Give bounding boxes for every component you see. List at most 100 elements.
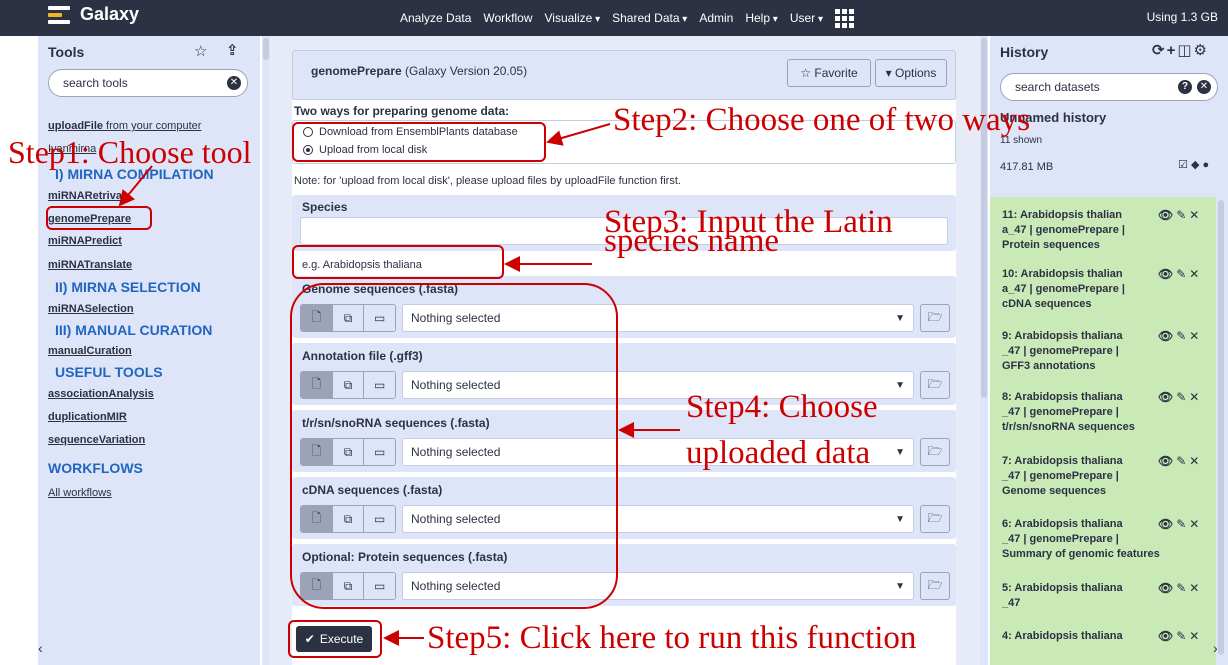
delete-x-icon[interactable]: ✕ bbox=[1189, 581, 1202, 595]
quota-meter[interactable]: Using 1.3 GB bbox=[1147, 10, 1218, 24]
pencil-icon[interactable]: ✎ bbox=[1176, 517, 1189, 531]
eye-icon[interactable]: 👁 bbox=[1158, 629, 1176, 643]
dataset-actions: 👁✎✕ bbox=[1158, 208, 1202, 222]
tool-duplicationmir[interactable]: duplicationMIR bbox=[48, 411, 127, 423]
collapse-right-icon[interactable]: › bbox=[1213, 640, 1218, 656]
pencil-icon[interactable]: ✎ bbox=[1176, 329, 1189, 343]
main-nav: Analyze Data Workflow Visualize Shared D… bbox=[400, 0, 854, 36]
browse-folder-button[interactable]: 🗁 bbox=[920, 438, 950, 466]
favorite-button[interactable]: ☆ Favorite bbox=[787, 59, 871, 87]
refresh-icon[interactable]: ⟳ bbox=[1152, 42, 1167, 59]
tool-mirnaselection[interactable]: miRNASelection bbox=[48, 303, 134, 315]
comment-icon[interactable]: ● bbox=[1202, 159, 1209, 171]
tool-mirnatranslate[interactable]: miRNATranslate bbox=[48, 259, 132, 271]
tool-mirnapredict[interactable]: miRNAPredict bbox=[48, 235, 122, 247]
delete-x-icon[interactable]: ✕ bbox=[1189, 208, 1202, 222]
tool-mirnaretrival[interactable]: miRNARetrival bbox=[48, 190, 125, 202]
section-manual-curation[interactable]: III) MANUAL CURATION bbox=[55, 322, 212, 338]
pencil-icon[interactable]: ✎ bbox=[1176, 454, 1189, 468]
history-actions: ⟳+◫⚙ bbox=[1152, 41, 1209, 59]
dropdown-arrow-icon: ▼ bbox=[895, 581, 905, 592]
galaxy-screen: Galaxy Analyze Data Workflow Visualize S… bbox=[0, 0, 1228, 665]
browse-folder-button[interactable]: 🗁 bbox=[920, 572, 950, 600]
pencil-icon[interactable]: ✎ bbox=[1176, 629, 1189, 643]
ways-label: Two ways for preparing genome data: bbox=[294, 104, 510, 118]
plus-icon[interactable]: + bbox=[1167, 42, 1178, 59]
help-icon[interactable]: ? bbox=[1178, 80, 1192, 94]
section-useful-tools[interactable]: USEFUL TOOLS bbox=[55, 364, 163, 380]
tool-search-input[interactable]: search tools ✕ bbox=[48, 69, 248, 97]
annotation-step1: Step1: Choose tool bbox=[8, 134, 252, 170]
delete-x-icon[interactable]: ✕ bbox=[1189, 329, 1202, 343]
upload-link[interactable]: uploadFile from your computer bbox=[48, 120, 201, 132]
dataset-actions: 👁✎✕ bbox=[1158, 390, 1202, 404]
nav-shared-data[interactable]: Shared Data bbox=[612, 11, 687, 25]
browse-folder-button[interactable]: 🗁 bbox=[920, 304, 950, 332]
tool-search-placeholder: search tools bbox=[63, 76, 128, 90]
dropdown-arrow-icon: ▼ bbox=[895, 447, 905, 458]
tool-manualcuration[interactable]: manualCuration bbox=[48, 345, 132, 357]
browse-folder-button[interactable]: 🗁 bbox=[920, 505, 950, 533]
tool-associationanalysis[interactable]: associationAnalysis bbox=[48, 388, 154, 400]
history-scrollbar[interactable] bbox=[1218, 200, 1224, 655]
highlight-dataset-selectors bbox=[290, 283, 618, 609]
history-title: History bbox=[1000, 44, 1049, 60]
nav-user[interactable]: User bbox=[790, 11, 823, 25]
tool-form-header: genomePrepare (Galaxy Version 20.05) ☆ F… bbox=[292, 50, 956, 100]
all-workflows-link[interactable]: All workflows bbox=[48, 487, 112, 499]
highlight-genomeprepare bbox=[46, 206, 152, 230]
annotation-step4-line1: Step4: Choose bbox=[686, 389, 878, 425]
checkbox-icon[interactable]: ☑ bbox=[1178, 159, 1188, 171]
folder-open-icon: 🗁 bbox=[927, 443, 943, 458]
brand[interactable]: Galaxy bbox=[48, 4, 139, 25]
eye-icon[interactable]: 👁 bbox=[1158, 517, 1176, 531]
dataset-actions: 👁✎✕ bbox=[1158, 454, 1202, 468]
eye-icon[interactable]: 👁 bbox=[1158, 390, 1176, 404]
apps-grid-icon[interactable] bbox=[835, 8, 854, 28]
dataset-search-input[interactable]: search datasets ? ✕ bbox=[1000, 73, 1218, 101]
eye-icon[interactable]: 👁 bbox=[1158, 329, 1176, 343]
delete-x-icon[interactable]: ✕ bbox=[1189, 629, 1202, 643]
upload-icon[interactable]: ⇪ bbox=[226, 41, 239, 59]
clear-search-icon[interactable]: ✕ bbox=[1197, 80, 1211, 94]
collapse-left-icon[interactable]: ‹ bbox=[38, 640, 43, 656]
tool-panel-scrollbar[interactable] bbox=[262, 36, 270, 665]
pencil-icon[interactable]: ✎ bbox=[1176, 581, 1189, 595]
tags-icon[interactable]: ◆ bbox=[1191, 159, 1199, 171]
folder-open-icon: 🗁 bbox=[927, 309, 943, 324]
pencil-icon[interactable]: ✎ bbox=[1176, 208, 1189, 222]
upload-note: Note: for 'upload from local disk', plea… bbox=[294, 175, 681, 187]
tool-sequencevariation[interactable]: sequenceVariation bbox=[48, 434, 145, 446]
delete-x-icon[interactable]: ✕ bbox=[1189, 454, 1202, 468]
annotation-step5: Step5: Click here to run this function bbox=[427, 620, 917, 656]
delete-x-icon[interactable]: ✕ bbox=[1189, 517, 1202, 531]
eye-icon[interactable]: 👁 bbox=[1158, 267, 1176, 281]
nav-analyze-data[interactable]: Analyze Data bbox=[400, 11, 471, 25]
favorites-star-icon[interactable]: ☆ bbox=[194, 42, 207, 60]
dataset-actions: 👁✎✕ bbox=[1158, 629, 1202, 643]
browse-folder-button[interactable]: 🗁 bbox=[920, 371, 950, 399]
eye-icon[interactable]: 👁 bbox=[1158, 454, 1176, 468]
tool-panel: Tools ☆ ⇪ search tools ✕ uploadFile from… bbox=[38, 36, 260, 665]
folder-open-icon: 🗁 bbox=[927, 577, 943, 592]
clear-search-icon[interactable]: ✕ bbox=[227, 76, 241, 90]
section-workflows[interactable]: WORKFLOWS bbox=[48, 460, 143, 476]
brand-name: Galaxy bbox=[80, 4, 140, 24]
options-button[interactable]: ▾ Options bbox=[875, 59, 947, 87]
history-tag-icons: ☑ ◆ ● bbox=[1178, 158, 1209, 171]
pencil-icon[interactable]: ✎ bbox=[1176, 390, 1189, 404]
nav-workflow[interactable]: Workflow bbox=[483, 11, 532, 25]
nav-admin[interactable]: Admin bbox=[699, 11, 733, 25]
eye-icon[interactable]: 👁 bbox=[1158, 208, 1176, 222]
gear-icon[interactable]: ⚙ bbox=[1194, 42, 1209, 59]
delete-x-icon[interactable]: ✕ bbox=[1189, 267, 1202, 281]
delete-x-icon[interactable]: ✕ bbox=[1189, 390, 1202, 404]
pencil-icon[interactable]: ✎ bbox=[1176, 267, 1189, 281]
highlight-species-input bbox=[292, 245, 504, 279]
dropdown-arrow-icon: ▼ bbox=[895, 380, 905, 391]
columns-icon[interactable]: ◫ bbox=[1177, 42, 1193, 59]
eye-icon[interactable]: 👁 bbox=[1158, 581, 1176, 595]
section-mirna-selection[interactable]: II) MIRNA SELECTION bbox=[55, 279, 201, 295]
nav-visualize[interactable]: Visualize bbox=[545, 11, 601, 25]
nav-help[interactable]: Help bbox=[745, 11, 778, 25]
